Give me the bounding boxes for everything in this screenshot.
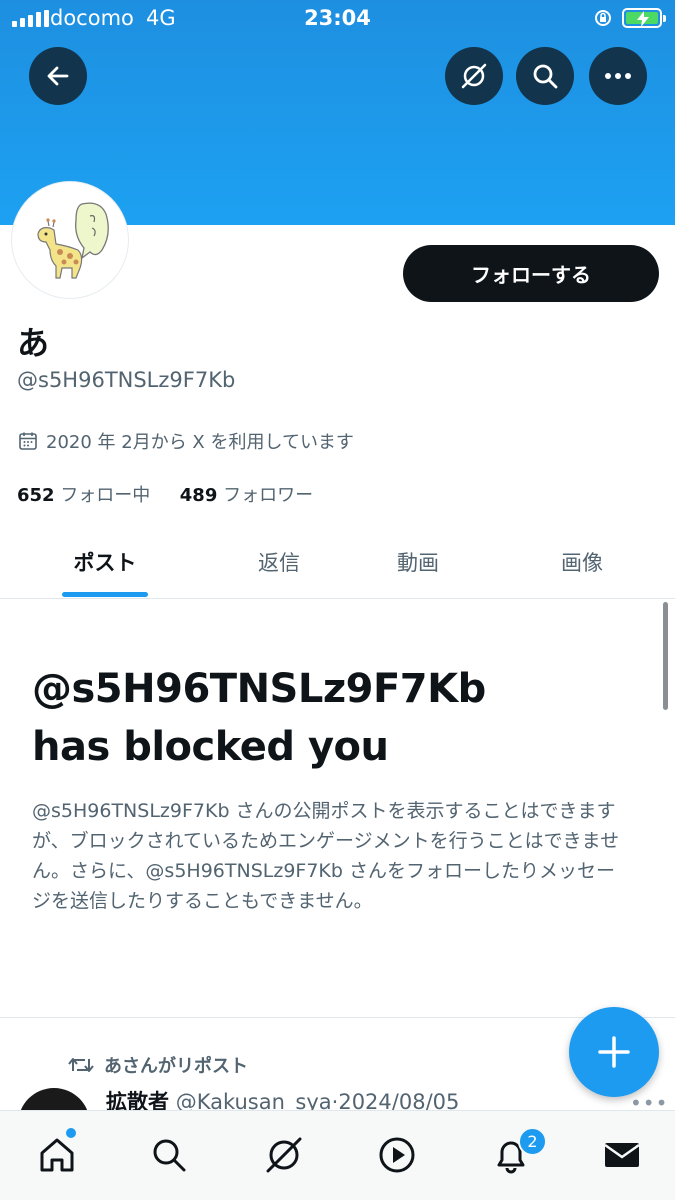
- nav-home[interactable]: [33, 1131, 81, 1179]
- joined-text: 2020 年 2月から X を利用しています: [46, 432, 354, 453]
- search-button[interactable]: [516, 47, 574, 105]
- followers-link[interactable]: 489 フォロワー: [180, 485, 313, 506]
- nav-grok[interactable]: [260, 1131, 308, 1179]
- follow-button[interactable]: フォローする: [403, 245, 659, 302]
- profile-handle: @s5H96TNSLz9F7Kb: [17, 368, 236, 392]
- ellipsis-icon: [605, 73, 631, 79]
- active-tab-indicator: [62, 592, 148, 597]
- nav-messages[interactable]: [598, 1131, 646, 1179]
- following-count: 652: [17, 485, 55, 506]
- avatar[interactable]: [12, 182, 128, 298]
- tab-posts[interactable]: ポスト: [40, 525, 170, 598]
- blocked-title-text: has blocked you: [32, 724, 389, 770]
- profile-tabs: ポスト 返信 動画 画像: [0, 525, 675, 599]
- clock: 23:04: [304, 6, 371, 30]
- calendar-icon: [19, 432, 37, 450]
- followers-count: 489: [179, 485, 218, 506]
- followers-label: フォロワー: [223, 485, 314, 506]
- home-icon: [40, 1138, 74, 1172]
- tab-images[interactable]: 画像: [517, 525, 647, 598]
- blocked-title-handle: @s5H96TNSLz9F7Kb: [32, 666, 486, 712]
- search-icon: [153, 1139, 186, 1172]
- display-name: あ: [17, 324, 50, 362]
- follow-counts: 652 フォロー中 489 フォロワー: [17, 481, 313, 507]
- following-link[interactable]: 652 フォロー中: [17, 485, 156, 506]
- rotation-lock-icon: [595, 10, 611, 26]
- arrow-left-icon: [47, 66, 69, 86]
- messages-icon: [604, 1143, 640, 1167]
- search-icon: [533, 64, 558, 89]
- notification-badge: 2: [518, 1127, 547, 1156]
- status-bar: docomo 4G 23:04: [0, 0, 675, 38]
- bottom-nav: [0, 1110, 675, 1200]
- divider: [0, 1017, 675, 1018]
- nav-video[interactable]: [373, 1131, 421, 1179]
- grok-button[interactable]: [445, 47, 503, 105]
- tab-replies[interactable]: 返信: [214, 525, 344, 598]
- nav-search[interactable]: [145, 1131, 193, 1179]
- battery-icon: [622, 8, 666, 28]
- blocked-description: @s5H96TNSLz9F7Kb さんの公開ポストを表示することはできますが、ブ…: [32, 800, 620, 912]
- following-label: フォロー中: [60, 485, 151, 506]
- grok-icon: [266, 1137, 302, 1173]
- plus-icon: [598, 1036, 630, 1068]
- scrollbar[interactable]: [663, 602, 668, 710]
- compose-button[interactable]: [569, 1007, 659, 1097]
- back-button[interactable]: [29, 47, 87, 105]
- more-button[interactable]: [589, 47, 647, 105]
- repost-indicator: あさんがリポスト: [68, 1052, 248, 1078]
- home-unread-dot: [66, 1128, 76, 1138]
- repost-icon: [68, 1058, 94, 1072]
- tab-videos[interactable]: 動画: [353, 525, 483, 598]
- slashed-circle-icon: [461, 63, 487, 89]
- play-icon: [379, 1137, 415, 1173]
- giraffe-illustration: [16, 186, 124, 294]
- joined-date: 2020 年 2月から X を利用しています: [18, 428, 354, 454]
- blocked-title: @s5H96TNSLz9F7Kb has blocked you: [32, 660, 652, 776]
- repost-label: あさんがリポスト: [104, 1056, 248, 1077]
